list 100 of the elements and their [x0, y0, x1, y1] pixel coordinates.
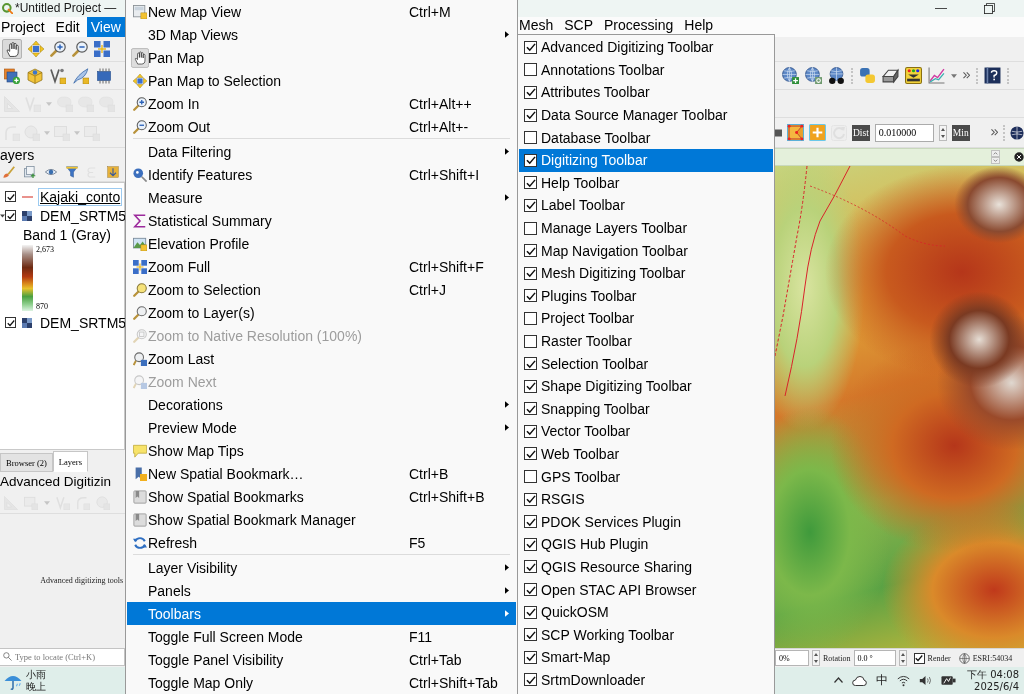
caret-icon[interactable]	[951, 73, 957, 78]
rotation-field[interactable]: 0.0 °	[853, 650, 896, 666]
menu-item[interactable]: Show Map Tips	[127, 439, 516, 462]
distance-field[interactable]: 0.010000	[874, 123, 934, 142]
menubar-menu[interactable]: Processing	[600, 17, 678, 34]
checkbox[interactable]	[524, 266, 537, 280]
menu-item[interactable]: Data Filtering	[127, 140, 516, 163]
funnel-icon[interactable]	[66, 166, 78, 178]
menu-item[interactable]: 3D Map Views	[127, 23, 516, 46]
menu-item[interactable]: Manage Layers Toolbar	[519, 216, 773, 240]
chip-icon[interactable]	[96, 67, 112, 84]
checkbox[interactable]	[524, 402, 537, 416]
checkbox[interactable]	[524, 650, 537, 664]
layer-name[interactable]: DEM_SRTM5	[38, 313, 125, 332]
menu-item[interactable]: Zoom to Selection Ctrl+J	[127, 278, 516, 301]
menu-item[interactable]: SrtmDownloader	[519, 668, 773, 692]
zoom-out-icon[interactable]	[72, 41, 88, 57]
menu-item[interactable]: Data Source Manager Toolbar	[519, 103, 773, 127]
menubar-menu[interactable]: Project	[0, 17, 49, 37]
checkbox[interactable]	[913, 652, 925, 664]
menubar-menu[interactable]: View	[86, 17, 125, 37]
checkbox[interactable]	[524, 379, 537, 393]
checkbox[interactable]	[524, 424, 537, 438]
double-chevron-icon[interactable]	[991, 129, 998, 136]
battery-icon[interactable]	[941, 673, 956, 688]
crs-label[interactable]: ESRI:54034	[972, 653, 1013, 663]
menu-item[interactable]: Measure	[127, 186, 516, 209]
menu-item[interactable]: Selection Toolbar	[519, 352, 773, 375]
checkbox[interactable]	[524, 131, 537, 145]
checkbox[interactable]	[524, 334, 537, 348]
vertex-icon[interactable]	[50, 67, 66, 84]
menu-item[interactable]: Zoom to Layer(s)	[127, 301, 516, 324]
line-chart-icon[interactable]	[928, 67, 945, 84]
checkbox[interactable]	[5, 210, 16, 221]
checkbox[interactable]	[524, 289, 537, 303]
menu-item[interactable]: Open STAC API Browser	[519, 578, 773, 601]
expand-all-icon[interactable]	[107, 166, 119, 178]
eye-icon[interactable]	[45, 166, 57, 178]
menu-item[interactable]: Raster Toolbar	[519, 329, 773, 353]
menu-item[interactable]: Show Spatial Bookmark Manager	[127, 508, 516, 531]
checkbox[interactable]	[524, 583, 537, 597]
menu-item[interactable]: Digitizing Toolbar	[519, 148, 773, 172]
menu-item[interactable]: Refresh F5	[127, 531, 516, 554]
menu-item[interactable]: Decorations	[127, 393, 516, 416]
speaker-icon[interactable]	[919, 674, 932, 687]
menu-item[interactable]: Pan Map	[127, 46, 516, 69]
node-edit-icon[interactable]	[787, 124, 804, 141]
menu-item[interactable]: Plugins Toolbar	[519, 284, 773, 308]
menu-item[interactable]: Pan Map to Selection	[127, 69, 516, 92]
menu-item[interactable]: PDOK Services Plugin	[519, 510, 773, 534]
checkbox[interactable]	[524, 198, 537, 212]
checkbox[interactable]	[524, 673, 537, 687]
menu-item[interactable]: Preview Mode	[127, 416, 516, 439]
checkbox[interactable]	[524, 63, 537, 77]
menu-item[interactable]: Zoom Out Ctrl+Alt+-	[127, 115, 516, 138]
menu-item[interactable]: Zoom Last	[127, 347, 516, 370]
checkbox[interactable]	[524, 628, 537, 642]
checkbox[interactable]	[524, 605, 537, 619]
checkbox[interactable]	[524, 244, 537, 258]
menu-item[interactable]: RSGIS	[519, 487, 773, 511]
menu-item[interactable]: Vector Toolbar	[519, 420, 773, 443]
checkbox[interactable]	[524, 560, 537, 574]
search-field[interactable]: Type to locate (Ctrl+K)	[0, 648, 125, 666]
menu-item[interactable]: QGIS Resource Sharing	[519, 555, 773, 579]
menu-item[interactable]: Show Spatial Bookmarks Ctrl+Shift+B	[127, 485, 516, 508]
checkbox[interactable]	[524, 470, 537, 484]
checkbox[interactable]	[5, 317, 16, 328]
feather-icon[interactable]	[73, 67, 89, 84]
spinner-icon[interactable]	[812, 650, 820, 666]
spinner-icon[interactable]	[938, 124, 947, 141]
pan-button[interactable]	[2, 39, 22, 59]
menu-item[interactable]: Elevation Profile	[127, 232, 516, 255]
database-icon[interactable]	[27, 67, 43, 84]
wifi-icon[interactable]	[897, 674, 910, 687]
add-group-icon[interactable]	[24, 166, 36, 178]
menu-item[interactable]: Project Toolbar	[519, 307, 773, 330]
color-panel-icon[interactable]	[905, 67, 922, 84]
menu-item[interactable]: Toggle Map Only Ctrl+Shift+Tab	[127, 671, 516, 694]
menu-item[interactable]: Zoom Full Ctrl+Shift+F	[127, 255, 516, 278]
menu-item[interactable]: Smart-Map	[519, 646, 773, 669]
layer-name[interactable]: Kajaki_conto	[38, 187, 123, 206]
checkbox[interactable]	[524, 492, 537, 506]
menu-item[interactable]: Web Toolbar	[519, 442, 773, 466]
menu-item[interactable]: Advanced Digitizing Toolbar	[519, 36, 773, 59]
checkbox[interactable]	[524, 447, 537, 461]
menu-item[interactable]: QGIS Hub Plugin	[519, 533, 773, 556]
menu-item[interactable]: Database Toolbar	[519, 126, 773, 149]
brush-icon[interactable]	[3, 166, 15, 178]
zoom-in-icon[interactable]	[50, 41, 66, 57]
checkbox[interactable]	[524, 357, 537, 371]
chevron-up-icon[interactable]	[834, 677, 843, 684]
checkbox[interactable]	[524, 153, 537, 167]
menu-item[interactable]: Panels	[127, 579, 516, 602]
cloud-icon[interactable]	[852, 675, 867, 686]
menu-item[interactable]: Toolbars	[127, 602, 516, 625]
menu-item[interactable]: New Spatial Bookmark… Ctrl+B	[127, 462, 516, 485]
menu-item[interactable]: Map Navigation Toolbar	[519, 239, 773, 262]
menu-item[interactable]: Attributes Toolbar	[519, 81, 773, 104]
restore-icon[interactable]	[984, 3, 995, 14]
menu-item[interactable]: Layer Visibility	[127, 556, 516, 579]
